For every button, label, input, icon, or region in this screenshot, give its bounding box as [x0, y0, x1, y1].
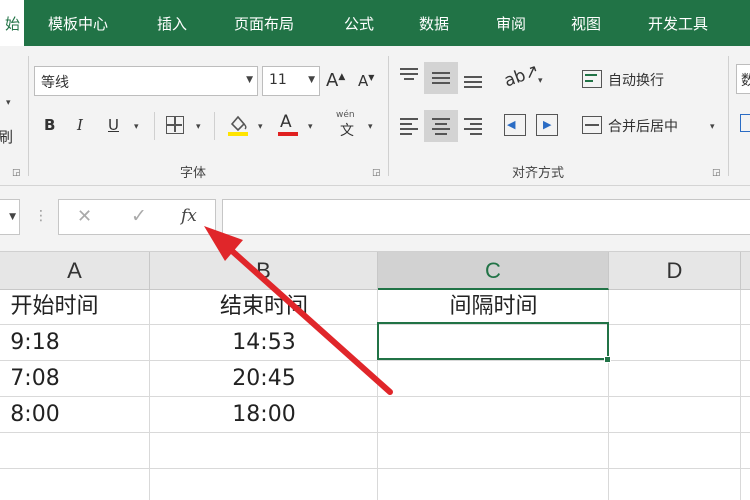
- font-color-glyph: A: [280, 112, 292, 132]
- font-name-value: 等线: [41, 75, 69, 91]
- cell-b1[interactable]: 结束时间: [150, 289, 378, 325]
- underline-button[interactable]: U: [108, 116, 119, 134]
- active-cell-c2[interactable]: [377, 322, 609, 360]
- column-header-d[interactable]: D: [609, 252, 741, 290]
- cell-a1[interactable]: 开始时间: [0, 289, 149, 325]
- column-header-e[interactable]: [741, 252, 750, 290]
- tab-developer[interactable]: 开发工具: [648, 0, 708, 46]
- orientation-icon[interactable]: ab↗: [502, 61, 542, 92]
- font-color-button[interactable]: A: [276, 112, 300, 136]
- grow-font-glyph: A: [326, 70, 339, 91]
- phonetic-guide-button[interactable]: wén 文: [336, 110, 362, 139]
- chevron-down-icon: ▼: [246, 75, 253, 85]
- cell-b3[interactable]: 20:45: [150, 361, 378, 397]
- number-format-select[interactable]: 数: [736, 64, 750, 94]
- increase-indent-icon[interactable]: ▶: [536, 114, 558, 136]
- bold-button[interactable]: B: [44, 116, 55, 134]
- cell-b4[interactable]: 18:00: [150, 397, 378, 433]
- cell-c1[interactable]: 间隔时间: [378, 289, 609, 325]
- fill-color-dropdown-arrow[interactable]: ▾: [258, 122, 263, 132]
- clipboard-dialog-launcher[interactable]: ◲: [12, 168, 21, 178]
- align-right-icon[interactable]: [464, 118, 482, 135]
- font-name-select[interactable]: 等线 ▼: [34, 66, 258, 96]
- borders-dropdown-arrow[interactable]: ▾: [196, 122, 201, 132]
- align-left-icon[interactable]: [400, 118, 418, 135]
- fill-color-icon[interactable]: [226, 112, 250, 136]
- group-separator: [28, 56, 29, 176]
- align-middle-button[interactable]: [424, 62, 458, 94]
- font-dialog-launcher[interactable]: ◲: [372, 168, 381, 178]
- accounting-format-icon[interactable]: [740, 114, 750, 132]
- formula-bar-grip-icon[interactable]: ⋮: [34, 208, 48, 224]
- chevron-down-icon: ▼: [308, 75, 315, 85]
- tab-home[interactable]: 始: [0, 0, 24, 46]
- phonetic-pinyin: wén: [336, 110, 355, 120]
- group-separator: [728, 56, 729, 176]
- tab-review[interactable]: 审阅: [496, 0, 526, 46]
- fill-handle[interactable]: [604, 356, 611, 363]
- underline-dropdown-arrow[interactable]: ▾: [134, 122, 139, 132]
- align-middle-icon: [432, 70, 450, 84]
- number-format-value: 数: [741, 73, 750, 89]
- column-header-a[interactable]: A: [0, 252, 150, 290]
- cell-a3[interactable]: 7:08: [0, 361, 70, 397]
- cancel-entry-button[interactable]: ✕: [77, 206, 92, 227]
- wrap-text-button[interactable]: 自动换行: [608, 70, 664, 90]
- separator: [154, 112, 155, 140]
- group-separator: [388, 56, 389, 176]
- cell-b2[interactable]: 14:53: [150, 325, 378, 361]
- tab-insert[interactable]: 插入: [157, 0, 187, 46]
- font-size-select[interactable]: 11 ▼: [262, 66, 320, 96]
- tab-page-layout[interactable]: 页面布局: [234, 0, 294, 46]
- font-color-swatch: [278, 132, 298, 136]
- orientation-dropdown-arrow[interactable]: ▾: [538, 76, 543, 86]
- borders-icon[interactable]: [166, 116, 184, 134]
- formula-bar: ▼ ⋮ ✕ ✓ fx: [0, 186, 750, 252]
- merge-center-dropdown-arrow[interactable]: ▾: [710, 122, 715, 132]
- alignment-group-label: 对齐方式: [512, 166, 565, 181]
- font-color-dropdown-arrow[interactable]: ▾: [308, 122, 313, 132]
- ribbon: ▾ 刷 ◲ 等线 ▼ 11 ▼ A▲ A▼ B I U ▾ ▾ ▾ A ▾ wé…: [0, 46, 750, 186]
- name-box-dropdown-icon[interactable]: ▼: [9, 212, 16, 222]
- grow-font-button[interactable]: A▲: [326, 70, 345, 91]
- alignment-dialog-launcher[interactable]: ◲: [712, 168, 721, 178]
- cell-a2[interactable]: 9:18: [0, 325, 70, 361]
- align-center-button[interactable]: [424, 110, 458, 142]
- wrap-text-icon: [582, 70, 602, 88]
- column-header-b[interactable]: B: [150, 252, 378, 290]
- italic-button[interactable]: I: [77, 116, 83, 134]
- shrink-font-button[interactable]: A▼: [358, 72, 374, 90]
- tab-formulas[interactable]: 公式: [344, 0, 374, 46]
- gridline: [0, 468, 750, 469]
- formula-buttons: ✕ ✓ fx: [58, 199, 216, 235]
- phonetic-char: 文: [340, 123, 354, 139]
- format-painter-label[interactable]: 刷: [0, 126, 13, 147]
- name-box[interactable]: ▼: [0, 199, 20, 235]
- phonetic-dropdown-arrow[interactable]: ▾: [368, 122, 373, 132]
- insert-function-button[interactable]: fx: [181, 206, 197, 226]
- shrink-font-glyph: A: [358, 72, 369, 90]
- enter-entry-button[interactable]: ✓: [131, 205, 147, 227]
- formula-input[interactable]: [222, 199, 750, 235]
- tab-data[interactable]: 数据: [419, 0, 449, 46]
- decrease-indent-icon[interactable]: ◀: [504, 114, 526, 136]
- separator: [214, 112, 215, 140]
- align-top-icon[interactable]: [400, 68, 418, 82]
- tab-view[interactable]: 视图: [571, 0, 601, 46]
- cell-a4[interactable]: 8:00: [0, 397, 70, 433]
- font-group-label: 字体: [180, 166, 207, 181]
- font-size-value: 11: [269, 72, 287, 88]
- column-header-c[interactable]: C: [378, 252, 609, 290]
- tab-template-center[interactable]: 模板中心: [48, 0, 108, 46]
- ribbon-tab-bar: 始 模板中心 插入 页面布局 公式 数据 审阅 视图 开发工具: [0, 0, 750, 46]
- align-center-icon: [432, 118, 450, 135]
- merge-center-button[interactable]: 合并后居中: [608, 116, 678, 136]
- align-bottom-icon[interactable]: [464, 72, 482, 88]
- merge-center-icon: [582, 116, 602, 134]
- paste-dropdown-arrow[interactable]: ▾: [6, 98, 11, 108]
